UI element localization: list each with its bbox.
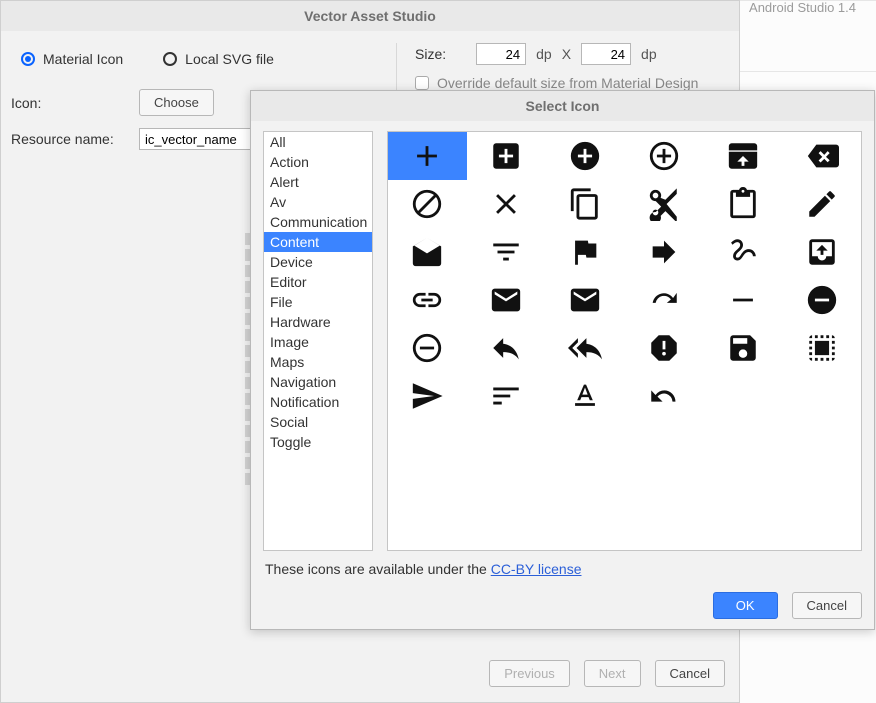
radio-dot-icon [21, 52, 35, 66]
category-item-editor[interactable]: Editor [264, 272, 372, 292]
license-notice: These icons are available under the CC-B… [251, 551, 874, 577]
text-format-icon[interactable] [546, 372, 625, 420]
reply-icon[interactable] [467, 324, 546, 372]
next-button[interactable]: Next [584, 660, 641, 687]
category-item-file[interactable]: File [264, 292, 372, 312]
undo-icon[interactable] [625, 372, 704, 420]
cancel-button[interactable]: Cancel [655, 660, 725, 687]
sort-icon[interactable] [467, 372, 546, 420]
category-item-toggle[interactable]: Toggle [264, 432, 372, 452]
category-item-maps[interactable]: Maps [264, 352, 372, 372]
override-checkbox[interactable] [415, 76, 429, 90]
forward-icon[interactable] [625, 228, 704, 276]
drafts-icon[interactable] [388, 228, 467, 276]
gesture-icon[interactable] [703, 228, 782, 276]
archive-icon[interactable] [703, 132, 782, 180]
category-item-hardware[interactable]: Hardware [264, 312, 372, 332]
size-height-input[interactable] [581, 43, 631, 65]
flag-icon[interactable] [546, 228, 625, 276]
radio-material-icon[interactable]: Material Icon [21, 51, 123, 67]
content-paste-icon[interactable] [703, 180, 782, 228]
size-width-input[interactable] [476, 43, 526, 65]
create-icon[interactable] [782, 180, 861, 228]
add-box-icon[interactable] [467, 132, 546, 180]
content-cut-icon[interactable] [625, 180, 704, 228]
save-icon[interactable] [703, 324, 782, 372]
reply-all-icon[interactable] [546, 324, 625, 372]
radio-dot-icon [163, 52, 177, 66]
license-prefix: These icons are available under the [265, 561, 491, 577]
main-title: Vector Asset Studio [1, 1, 739, 31]
backspace-icon[interactable] [782, 132, 861, 180]
modal-title: Select Icon [251, 91, 874, 121]
select-icon-dialog: Select Icon AllActionAlertAvCommunicatio… [250, 90, 875, 630]
add-icon[interactable] [388, 132, 467, 180]
category-item-device[interactable]: Device [264, 252, 372, 272]
category-item-all[interactable]: All [264, 132, 372, 152]
resource-name-input[interactable] [139, 128, 259, 150]
app-version-label: Android Studio 1.4 [749, 0, 856, 15]
category-item-content[interactable]: Content [264, 232, 372, 252]
clear-icon[interactable] [467, 180, 546, 228]
report-icon[interactable] [625, 324, 704, 372]
previous-button[interactable]: Previous [489, 660, 570, 687]
select-all-icon[interactable] [782, 324, 861, 372]
radio-svg-label: Local SVG file [185, 51, 274, 67]
filter-list-icon[interactable] [467, 228, 546, 276]
category-item-social[interactable]: Social [264, 412, 372, 432]
times-label: X [562, 46, 571, 62]
modal-cancel-button[interactable]: Cancel [792, 592, 862, 619]
category-list[interactable]: AllActionAlertAvCommunicationContentDevi… [263, 131, 373, 551]
choose-button[interactable]: Choose [139, 89, 214, 116]
dp-label: dp [536, 46, 552, 62]
mail-icon[interactable] [467, 276, 546, 324]
category-item-action[interactable]: Action [264, 152, 372, 172]
content-copy-icon[interactable] [546, 180, 625, 228]
category-item-navigation[interactable]: Navigation [264, 372, 372, 392]
add-circle-icon[interactable] [546, 132, 625, 180]
inbox-icon[interactable] [782, 228, 861, 276]
category-item-communication[interactable]: Communication [264, 212, 372, 232]
category-item-alert[interactable]: Alert [264, 172, 372, 192]
category-item-image[interactable]: Image [264, 332, 372, 352]
category-item-notification[interactable]: Notification [264, 392, 372, 412]
icon-label: Icon: [11, 95, 121, 111]
category-item-av[interactable]: Av [264, 192, 372, 212]
ok-button[interactable]: OK [713, 592, 778, 619]
remove-circle-icon[interactable] [782, 276, 861, 324]
resource-name-label: Resource name: [11, 131, 121, 147]
redo-icon[interactable] [625, 276, 704, 324]
send-icon[interactable] [388, 372, 467, 420]
link-icon[interactable] [388, 276, 467, 324]
dp-label: dp [641, 46, 657, 62]
remove-icon[interactable] [703, 276, 782, 324]
icon-grid [387, 131, 862, 551]
radio-material-label: Material Icon [43, 51, 123, 67]
add-circle-outline-icon[interactable] [625, 132, 704, 180]
block-icon[interactable] [388, 180, 467, 228]
size-label: Size: [415, 46, 446, 62]
remove-circle-outline-icon[interactable] [388, 324, 467, 372]
markunread-icon[interactable] [546, 276, 625, 324]
license-link[interactable]: CC-BY license [491, 561, 582, 577]
override-label: Override default size from Material Desi… [437, 75, 698, 91]
radio-local-svg[interactable]: Local SVG file [163, 51, 274, 67]
